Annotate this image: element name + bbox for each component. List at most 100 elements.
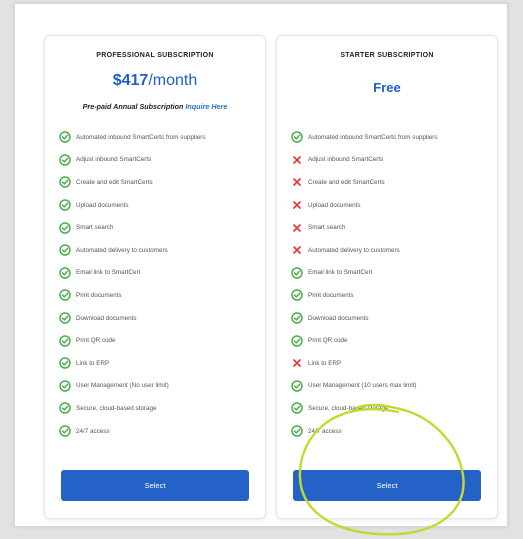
feature-item: Email link to SmartCert	[59, 262, 259, 285]
check-circle-icon	[59, 154, 71, 166]
feature-item: Automated inbound SmartCerts from suppli…	[59, 126, 259, 149]
check-circle-icon	[59, 380, 71, 392]
feature-item: Create and edit SmartCerts	[291, 171, 491, 194]
feature-label: Smart search	[308, 224, 346, 232]
select-starter-button[interactable]: Select	[293, 470, 481, 501]
feature-item: Secure, cloud-based storage	[291, 397, 491, 420]
feature-label: Automated inbound SmartCerts from suppli…	[76, 133, 206, 141]
check-circle-icon	[291, 289, 303, 302]
check-circle-icon	[59, 425, 71, 437]
feature-label: Print documents	[308, 291, 354, 299]
check-circle-icon	[59, 289, 71, 302]
feature-label: Upload documents	[308, 201, 361, 209]
feature-label: User Management (No user limit)	[76, 382, 169, 390]
feature-item: Link to ERP	[291, 352, 491, 375]
pricing-panel: PROFESSIONAL SUBSCRIPTION $417/month Pre…	[14, 3, 508, 527]
x-icon	[291, 199, 303, 211]
feature-item: Automated inbound SmartCerts from suppli…	[291, 126, 491, 149]
feature-label: Print QR code	[308, 337, 348, 345]
feature-item: Print documents	[59, 284, 259, 307]
feature-label: Link to ERP	[308, 359, 342, 367]
feature-label: Download documents	[308, 314, 369, 322]
feature-item: Adjust inbound SmartCerts	[291, 149, 491, 172]
check-circle-icon	[59, 131, 71, 144]
feature-label: Automated delivery to customers	[76, 246, 168, 254]
feature-item: 24/7 access	[291, 420, 491, 443]
feature-label: Secure, cloud-based storage	[76, 404, 157, 412]
feature-item: Print documents	[291, 284, 491, 307]
feature-item: Smart search	[59, 216, 259, 239]
feature-item: Secure, cloud-based storage	[59, 397, 259, 420]
check-circle-icon	[59, 334, 71, 347]
feature-item: Automated delivery to customers	[59, 239, 259, 262]
plan-title: PROFESSIONAL SUBSCRIPTION	[96, 52, 214, 59]
price-amount: $417	[112, 72, 149, 89]
feature-list: Automated inbound SmartCerts from suppli…	[291, 126, 491, 442]
feature-label: Email link to SmartCert	[76, 269, 141, 277]
x-icon	[291, 154, 303, 166]
feature-label: Create and edit SmartCerts	[308, 178, 385, 186]
check-circle-icon	[291, 380, 303, 392]
check-circle-icon	[291, 131, 303, 144]
feature-label: Email link to SmartCert	[308, 269, 373, 277]
feature-label: Print QR code	[76, 337, 116, 345]
feature-item: Download documents	[59, 307, 259, 330]
feature-label: Create and edit SmartCerts	[76, 178, 153, 186]
feature-label: Adjust inbound SmartCerts	[308, 156, 384, 164]
feature-item: User Management (No user limit)	[59, 375, 259, 398]
feature-item: Upload documents	[291, 194, 491, 217]
feature-item: Link to ERP	[59, 352, 259, 375]
check-circle-icon	[59, 199, 71, 211]
feature-label: Upload documents	[76, 201, 129, 209]
feature-label: Automated delivery to customers	[308, 246, 400, 254]
x-icon	[291, 222, 303, 234]
check-circle-icon	[59, 267, 71, 279]
feature-item: Automated delivery to customers	[291, 239, 491, 262]
check-circle-icon	[59, 221, 71, 234]
feature-item: Smart search	[291, 216, 491, 239]
x-icon	[291, 357, 303, 369]
check-circle-icon	[291, 402, 303, 415]
check-circle-icon	[291, 267, 303, 279]
check-circle-icon	[291, 312, 303, 324]
plan-price: $417/month	[45, 72, 265, 90]
feature-label: Adjust inbound SmartCerts	[76, 156, 152, 164]
feature-label: Download documents	[76, 314, 137, 322]
feature-label: Secure, cloud-based storage	[308, 404, 389, 412]
check-circle-icon	[59, 176, 71, 189]
plan-price: Free	[373, 80, 401, 95]
feature-item: Print QR code	[59, 329, 259, 352]
plan-title: STARTER SUBSCRIPTION	[340, 52, 434, 59]
feature-label: Link to ERP	[76, 359, 110, 367]
x-icon	[291, 244, 303, 256]
feature-label: 24/7 access	[76, 427, 110, 435]
feature-item: 24/7 access	[59, 420, 259, 443]
feature-label: Print documents	[76, 291, 122, 299]
check-circle-icon	[59, 244, 71, 257]
plan-card-starter: STARTER SUBSCRIPTION Free Automated inbo…	[276, 35, 498, 519]
inquire-link[interactable]: Inquire Here	[185, 102, 227, 111]
feature-label: 24/7 access	[308, 427, 342, 435]
check-circle-icon	[59, 312, 71, 324]
feature-label: Automated inbound SmartCerts from suppli…	[308, 133, 438, 141]
plan-card-professional: PROFESSIONAL SUBSCRIPTION $417/month Pre…	[44, 35, 266, 519]
feature-item: User Management (10 users max limit)	[291, 375, 491, 398]
check-circle-icon	[291, 334, 303, 347]
feature-item: Email link to SmartCert	[291, 262, 491, 285]
feature-item: Print QR code	[291, 329, 491, 352]
select-professional-button[interactable]: Select	[61, 470, 249, 501]
feature-label: Smart search	[76, 224, 114, 232]
price-period: /month	[148, 72, 198, 89]
feature-item: Download documents	[291, 307, 491, 330]
billing-note-text: Pre-paid Annual Subscription	[82, 102, 184, 111]
check-circle-icon	[291, 425, 303, 437]
billing-note: Pre-paid Annual Subscription Inquire Her…	[45, 102, 265, 111]
feature-label: User Management (10 users max limit)	[308, 382, 417, 390]
feature-item: Create and edit SmartCerts	[59, 171, 259, 194]
x-icon	[291, 176, 303, 188]
check-circle-icon	[59, 402, 71, 415]
check-circle-icon	[59, 357, 71, 369]
feature-item: Upload documents	[59, 194, 259, 217]
feature-list: Automated inbound SmartCerts from suppli…	[59, 126, 259, 442]
feature-item: Adjust inbound SmartCerts	[59, 149, 259, 172]
